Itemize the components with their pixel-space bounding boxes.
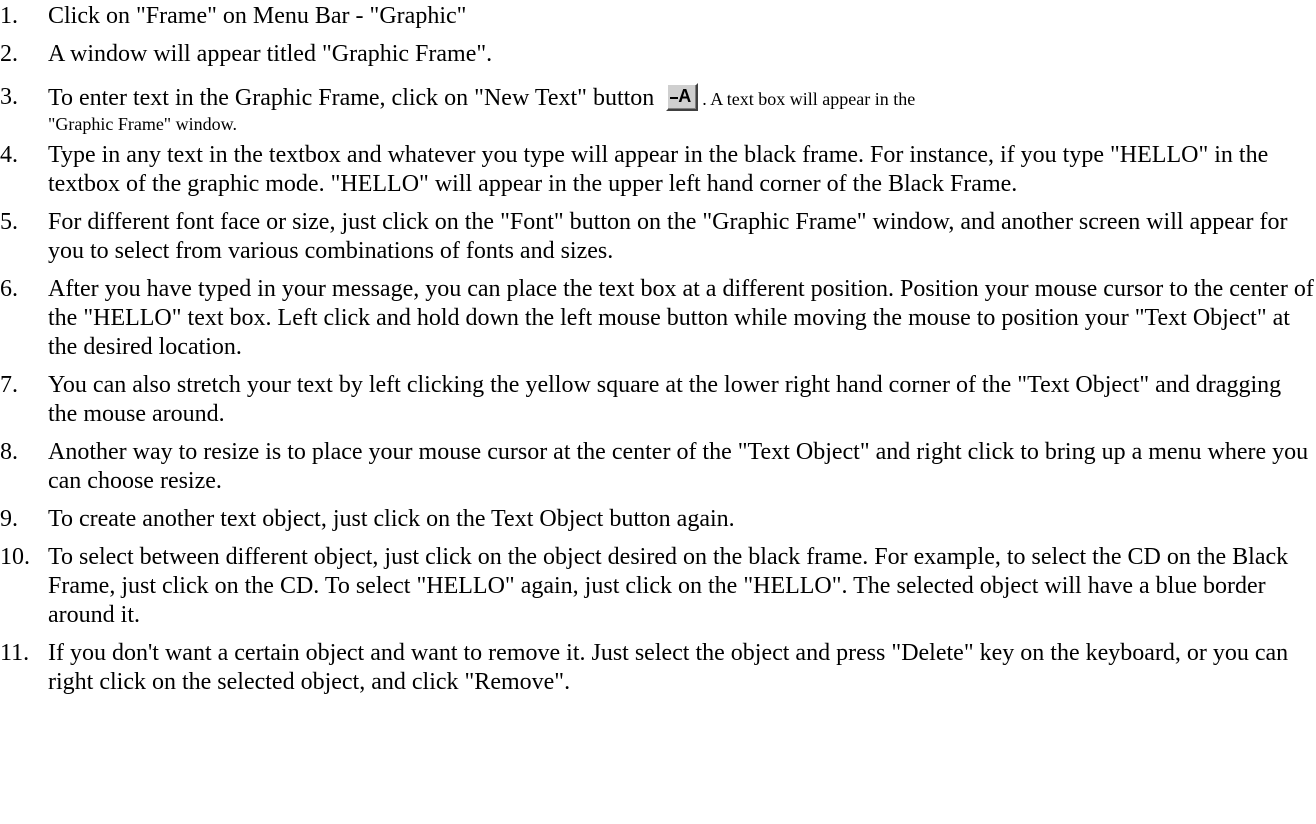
step-text: To select between different object, just… <box>48 544 1289 628</box>
step-number: 1. <box>0 3 18 29</box>
step-text: Another way to resize is to place your m… <box>48 439 1309 494</box>
step-number: 11. <box>0 640 30 666</box>
step-7: 7. You can also stretch your text by lef… <box>0 371 1316 429</box>
letter-a-glyph: A <box>678 86 692 106</box>
step-text: To create another text object, just clic… <box>48 506 735 532</box>
step-4: 4. Type in any text in the textbox and w… <box>0 141 1316 199</box>
step-text: After you have typed in your message, yo… <box>48 276 1314 360</box>
step-5: 5. For different font face or size, just… <box>0 208 1316 266</box>
step-8: 8. Another way to resize is to place you… <box>0 438 1316 496</box>
step-1: 1. Click on "Frame" on Menu Bar - "Graph… <box>0 2 1316 31</box>
step-number: 5. <box>0 209 18 235</box>
instruction-list: 1. Click on "Frame" on Menu Bar - "Graph… <box>0 2 1316 706</box>
step-number: 10. <box>0 544 30 570</box>
step-number: 8. <box>0 439 18 465</box>
step-3: 3. To enter text in the Graphic Frame, c… <box>0 83 1316 135</box>
step-number: 7. <box>0 372 18 398</box>
step-text: A window will appear titled "Graphic Fra… <box>48 41 493 67</box>
step-2: 2. A window will appear titled "Graphic … <box>0 40 1316 69</box>
step-text: If you don't want a certain object and w… <box>48 640 1289 695</box>
step-text-part: A text box will appear in the <box>706 89 916 109</box>
step-number: 9. <box>0 506 18 532</box>
step-number: 2. <box>0 41 18 67</box>
step-text: Type in any text in the textbox and what… <box>48 142 1269 197</box>
step-10: 10. To select between different object, … <box>0 543 1316 630</box>
step-text: For different font face or size, just cl… <box>48 209 1288 264</box>
step-text: To enter text in the Graphic Frame, clic… <box>48 83 1316 135</box>
step-9: 9. To create another text object, just c… <box>0 505 1316 534</box>
step-number: 4. <box>0 142 18 168</box>
step-11: 11. If you don't want a certain object a… <box>0 639 1316 697</box>
step-text: Click on "Frame" on Menu Bar - "Graphic" <box>48 3 467 29</box>
step-text-part: "Graphic Frame" window. <box>48 114 237 134</box>
step-text-part: To enter text in the Graphic Frame, clic… <box>48 85 655 111</box>
step-number: 3. <box>0 84 18 110</box>
step-number: 6. <box>0 276 18 302</box>
new-text-button-icon: A <box>666 83 699 111</box>
step-text: You can also stretch your text by left c… <box>48 372 1282 427</box>
step-6: 6. After you have typed in your message,… <box>0 275 1316 362</box>
